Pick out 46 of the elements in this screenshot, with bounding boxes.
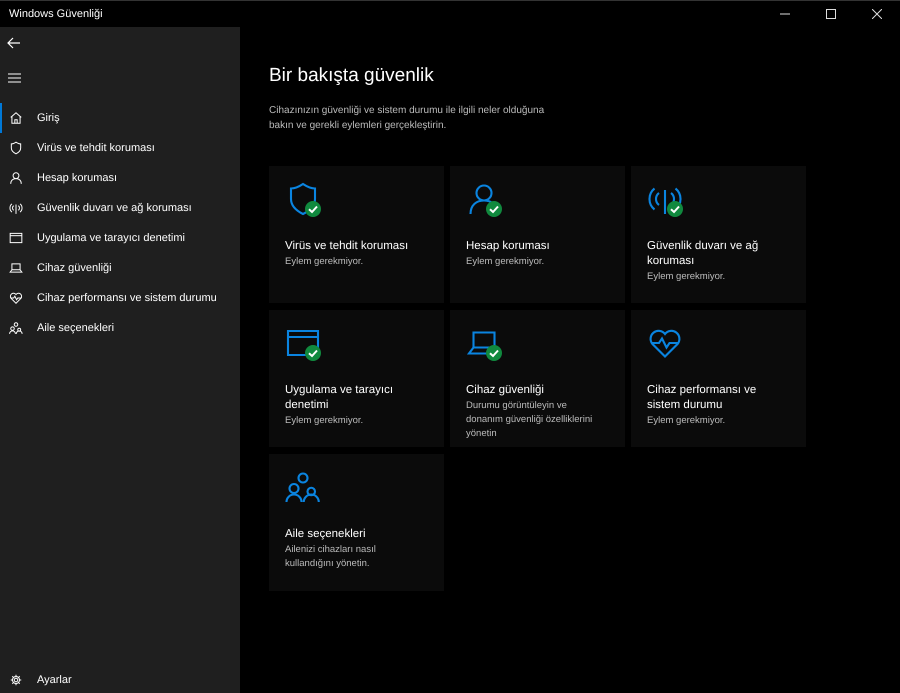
nav-item[interactable]: Aile seçenekleri bbox=[0, 313, 240, 343]
nav-item[interactable]: Cihaz güvenliği bbox=[0, 253, 240, 283]
card-status: Eylem gerekmiyor. bbox=[466, 255, 546, 269]
status-card[interactable]: Uygulama ve tarayıcı denetimi Eylem gerekmiyor. bbox=[269, 310, 444, 447]
home-icon bbox=[9, 111, 23, 125]
nav-item[interactable]: Cihaz performansı ve sistem durumu bbox=[0, 283, 240, 313]
status-card[interactable]: Aile seçenekleri Ailenizi cihazları nasıl kullandığını yönetin. bbox=[269, 454, 444, 591]
shield-icon bbox=[9, 141, 23, 155]
card-title: Uygulama ve tarayıcı denetimi bbox=[285, 383, 394, 413]
card-status: Eylem gerekmiyor. bbox=[285, 414, 364, 428]
card-title: Hesap koruması bbox=[466, 239, 551, 254]
person-icon bbox=[9, 171, 23, 185]
nav-item[interactable]: Virüs ve tehdit koruması bbox=[0, 133, 240, 163]
nav-item[interactable]: Hesap koruması bbox=[0, 163, 240, 193]
status-card[interactable]: Cihaz güvenliği Durumu görüntüleyin ve donanım güvenliği özelliklerini yönetin bbox=[450, 310, 625, 447]
menu-icon bbox=[8, 73, 20, 83]
nav-item[interactable]: Güvenlik duvarı ve ağ koruması bbox=[0, 193, 240, 223]
card-title: Virüs ve tehdit koruması bbox=[285, 239, 410, 254]
maximize-icon bbox=[826, 9, 836, 19]
heart-icon bbox=[9, 291, 23, 305]
nav-item[interactable]: Giriş bbox=[0, 103, 240, 133]
status-card[interactable]: Virüs ve tehdit koruması Eylem gerekmiyor. bbox=[269, 166, 444, 303]
close-icon bbox=[872, 9, 882, 19]
window-icon bbox=[9, 231, 23, 245]
page-title: Bir bakışta güvenlik bbox=[269, 65, 435, 87]
settings-item[interactable]: Ayarlar bbox=[0, 667, 240, 693]
family-icon bbox=[9, 321, 23, 335]
card-title: Cihaz performansı ve sistem durumu bbox=[647, 383, 758, 413]
page-description: Cihazınızın güvenliği ve sistem durumu ile ilgili neler olduğuna bakın ve gerekli eylemleri gerçekleştirin. bbox=[269, 104, 546, 133]
status-card[interactable]: Güvenlik duvarı ve ağ koruması Eylem gerekmiyor. bbox=[631, 166, 806, 303]
nav-item[interactable]: Uygulama ve tarayıcı denetimi bbox=[0, 223, 240, 253]
card-status: Ailenizi cihazları nasıl kullandığını yönetin. bbox=[285, 543, 377, 571]
card-status: Durumu görüntüleyin ve donanım güvenliği özelliklerini yönetin bbox=[466, 399, 594, 441]
card-status: Eylem gerekmiyor. bbox=[647, 414, 726, 428]
status-card[interactable]: Cihaz performansı ve sistem durumu Eylem gerekmiyor. bbox=[631, 310, 806, 447]
card-title: Cihaz güvenliği bbox=[466, 383, 545, 398]
card-title: Güvenlik duvarı ve ağ koruması bbox=[647, 239, 760, 269]
window-title: Windows Güvenliği bbox=[8, 8, 103, 20]
status-card[interactable]: Hesap koruması Eylem gerekmiyor. bbox=[450, 166, 625, 303]
laptop-icon bbox=[9, 261, 23, 275]
card-title: Aile seçenekleri bbox=[285, 527, 367, 542]
card-status: Eylem gerekmiyor. bbox=[647, 270, 726, 284]
antenna-icon bbox=[9, 201, 23, 215]
card-status: Eylem gerekmiyor. bbox=[285, 255, 364, 269]
back-arrow-icon bbox=[7, 36, 21, 50]
settings-icon bbox=[9, 673, 23, 687]
